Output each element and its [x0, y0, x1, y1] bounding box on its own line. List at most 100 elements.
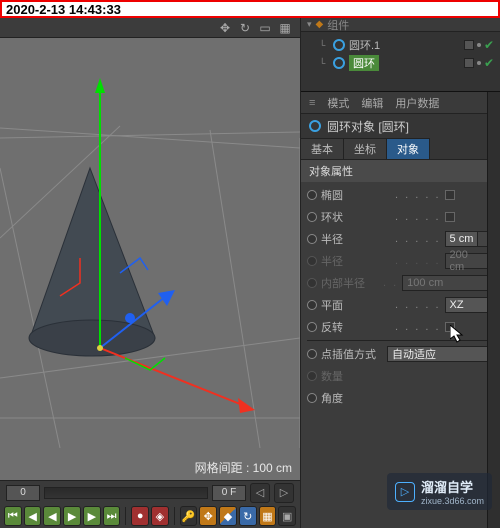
layer-tag-icon[interactable]: [464, 40, 474, 50]
prop-label: 点插值方式: [321, 346, 383, 362]
watermark-url: zixue.3d66.com: [421, 496, 484, 506]
record-icon[interactable]: ●: [131, 506, 149, 526]
goto-start-icon[interactable]: ⏮: [4, 506, 22, 526]
object-row[interactable]: └ 圆环.1 ✔: [301, 36, 500, 54]
menu-icon[interactable]: ≡: [309, 97, 315, 109]
object-label[interactable]: 圆环.1: [349, 37, 380, 53]
radio-icon: [307, 278, 317, 288]
spline-circle-icon: [309, 120, 321, 132]
next-key-icon[interactable]: ▷: [274, 483, 294, 503]
watermark: ▷ 溜溜自学 zixue.3d66.com: [387, 473, 492, 510]
prop-label: 数量: [321, 368, 391, 384]
prop-label: 内部半径: [321, 275, 379, 291]
attr-tabs: 基本 坐标 对象: [301, 138, 500, 160]
play-fwd-icon[interactable]: ▶: [63, 506, 81, 526]
watermark-brand: 溜溜自学: [421, 477, 484, 496]
checkbox-off-icon[interactable]: [445, 190, 455, 200]
layer-tag-icon[interactable]: [464, 58, 474, 68]
spline-circle-icon: [333, 39, 345, 51]
rotate-tool-icon[interactable]: ↻: [239, 506, 257, 526]
prop-label: 环状: [321, 209, 391, 225]
time-end[interactable]: 0 F: [212, 485, 246, 501]
time-start[interactable]: 0: [6, 485, 40, 501]
grid-spacing-label: 网格间距 : 100 cm: [195, 459, 292, 476]
watermark-play-icon: ▷: [395, 482, 415, 502]
object-title-row: 圆环对象 [圆环]: [301, 114, 500, 138]
radio-icon[interactable]: [307, 349, 317, 359]
rotate-icon[interactable]: ↻: [238, 21, 252, 35]
prop-label: 反转: [321, 319, 391, 335]
prop-label: 平面: [321, 297, 391, 313]
radio-icon: [307, 256, 317, 266]
prop-ellipse: 椭圆 . . . . .: [307, 184, 488, 206]
vis-dot-icon[interactable]: [477, 61, 481, 65]
edit-label[interactable]: 编辑: [361, 95, 383, 111]
radio-icon[interactable]: [307, 234, 317, 244]
prop-plane: 平面 . . . . . XZ: [307, 294, 488, 316]
radio-icon[interactable]: [307, 393, 317, 403]
param-tool-icon[interactable]: ▦: [259, 506, 277, 526]
autokey-icon[interactable]: ◈: [151, 506, 169, 526]
prop-angle: 角度: [307, 387, 488, 409]
radio-icon[interactable]: [307, 212, 317, 222]
radio-icon[interactable]: [307, 300, 317, 310]
viewport[interactable]: 网格间距 : 100 cm: [0, 38, 300, 480]
pointmode-field[interactable]: 自动适应: [387, 346, 488, 362]
prop-count: 数量: [307, 365, 488, 387]
tab-basic[interactable]: 基本: [301, 138, 344, 159]
prop-label: 半径: [321, 231, 391, 247]
mode-label[interactable]: 模式: [327, 95, 349, 111]
spline-circle-icon: [333, 57, 345, 69]
move-icon[interactable]: ✥: [218, 21, 232, 35]
tree-line-icon: └: [319, 40, 329, 50]
radio-icon[interactable]: [307, 322, 317, 332]
key-icon[interactable]: 🔑: [180, 506, 198, 526]
prop-label: 角度: [321, 390, 391, 406]
prop-label: 半径: [321, 253, 391, 269]
step-back-icon[interactable]: ◀: [24, 506, 42, 526]
radio-icon[interactable]: [307, 190, 317, 200]
enable-check-icon[interactable]: ✔: [484, 38, 494, 52]
checkbox-off-icon[interactable]: [445, 322, 455, 332]
userdata-label[interactable]: 用户数据: [395, 95, 439, 111]
scale-tool-icon[interactable]: ◆: [219, 506, 237, 526]
stepper-icon[interactable]: [477, 232, 487, 246]
attr-header: ≡ 模式 编辑 用户数据: [301, 92, 500, 114]
timestamp-bar: 2020-2-13 14:43:33: [0, 0, 500, 18]
parent-icon: ◆: [316, 19, 324, 30]
layout-icon[interactable]: ▦: [278, 21, 292, 35]
enable-check-icon[interactable]: ✔: [484, 56, 494, 70]
time-slider[interactable]: [44, 487, 208, 499]
section-header: 对象属性: [301, 160, 500, 182]
object-manager-header: ▾ ◆ 组件: [301, 18, 500, 32]
checkbox-off-icon[interactable]: [445, 212, 455, 222]
tab-object[interactable]: 对象: [387, 138, 430, 159]
collapse-icon[interactable]: ▾: [307, 19, 312, 30]
prop-ring: 环状 . . . . .: [307, 206, 488, 228]
prop-label: 椭圆: [321, 187, 391, 203]
object-label[interactable]: 圆环: [349, 55, 379, 71]
prop-innerradius: 内部半径 . . 100 cm: [307, 272, 488, 294]
prop-radius: 半径 . . . . . 5 cm: [307, 228, 488, 250]
plane-field[interactable]: XZ: [445, 297, 488, 313]
zoom-icon[interactable]: ▭: [258, 21, 272, 35]
playback-toolbar: ⏮ ◀ ◀ ▶ ▶ ⏭ ● ◈ 🔑 ✥ ◆ ↻ ▦ ▣: [0, 505, 300, 528]
step-fwd-icon[interactable]: ▶: [83, 506, 101, 526]
prev-key-icon[interactable]: ◁: [250, 483, 270, 503]
prop-pointmode: 点插值方式 自动适应: [307, 343, 488, 365]
play-back-icon[interactable]: ◀: [43, 506, 61, 526]
viewport-scene: [0, 38, 300, 448]
expr-tool-icon[interactable]: ▣: [278, 506, 296, 526]
object-title-text: 圆环对象 [圆环]: [327, 118, 409, 135]
scrollbar-thumb[interactable]: [489, 162, 499, 242]
tab-coord[interactable]: 坐标: [344, 138, 387, 159]
innerradius-field: 100 cm: [402, 275, 488, 291]
radius-field[interactable]: 5 cm: [445, 231, 488, 247]
goto-end-icon[interactable]: ⏭: [103, 506, 121, 526]
object-row[interactable]: └ 圆环 ✔: [301, 54, 500, 72]
parent-label: 组件: [327, 17, 349, 33]
viewport-toolbar: ✥ ↻ ▭ ▦: [0, 18, 300, 38]
move-tool-icon[interactable]: ✥: [199, 506, 217, 526]
vis-dot-icon[interactable]: [477, 43, 481, 47]
bottom-bar: 0 0 F ◁ ▷ ⏮ ◀ ◀ ▶ ▶ ⏭ ● ◈ 🔑 ✥ ◆ ↻: [0, 480, 300, 528]
